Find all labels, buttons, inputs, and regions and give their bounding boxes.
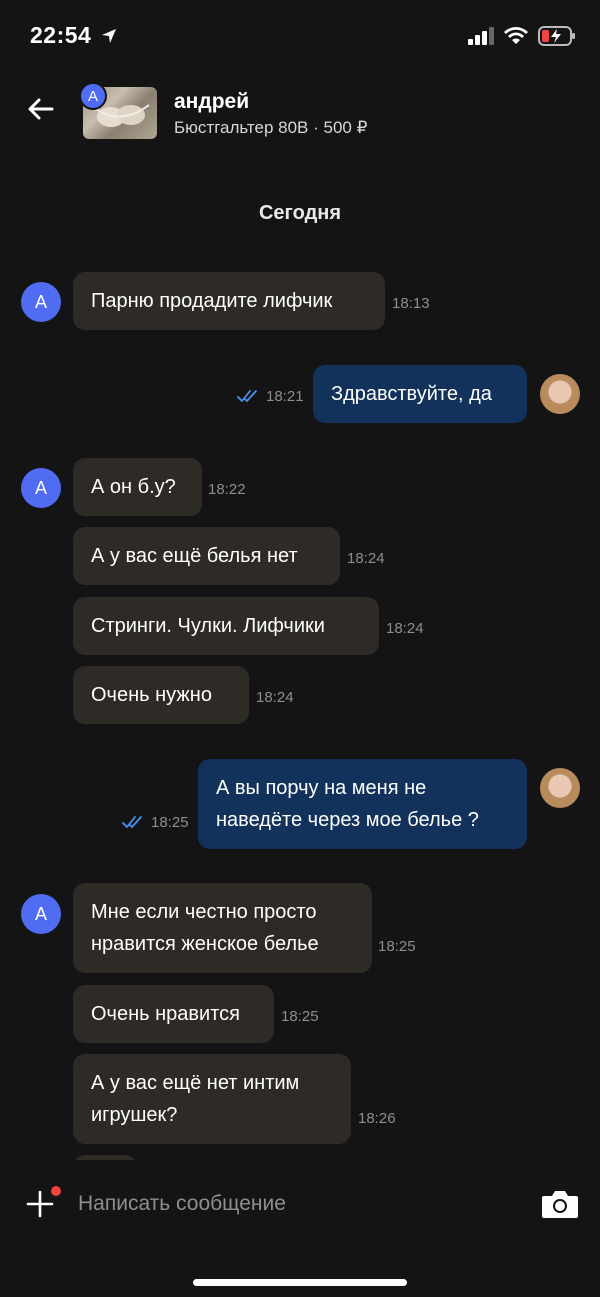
notification-dot: [51, 1186, 61, 1196]
home-indicator: [193, 1279, 407, 1286]
message-bubble-incoming[interactable]: Мне если честно просто нравится женское …: [73, 883, 372, 973]
message-time: 18:24: [386, 620, 424, 637]
message-time: 18:25: [151, 814, 189, 831]
contact-name[interactable]: андрей: [174, 90, 249, 114]
message-time: 18:24: [256, 689, 294, 706]
message-text-line: А вы порчу на меня не: [216, 777, 427, 799]
message-bubble-outgoing[interactable]: Здравствуйте, да: [313, 365, 527, 423]
message-text-line: игрушек?: [91, 1104, 178, 1126]
message-bubble-incoming[interactable]: Стринги. Чулки. Лифчики: [73, 597, 379, 655]
signal-icon: [468, 27, 494, 45]
message-text-line: наведёте через мое белье ?: [216, 809, 479, 831]
sender-avatar: А: [21, 468, 61, 508]
seller-avatar: А: [79, 82, 107, 110]
message-bubble-outgoing[interactable]: А вы порчу на меня не наведёте через мое…: [198, 759, 527, 849]
my-avatar: [540, 768, 580, 808]
battery-icon: [538, 26, 575, 46]
message-composer: [0, 1160, 600, 1297]
plus-icon[interactable]: [26, 1190, 54, 1218]
message-time: 18:25: [378, 938, 416, 955]
message-time: 18:22: [208, 481, 246, 498]
status-icons: [468, 24, 576, 48]
message-bubble-incoming[interactable]: А у вас ещё белья нет: [73, 527, 340, 585]
my-avatar: [540, 374, 580, 414]
message-text: А у вас ещё белья нет: [91, 545, 298, 567]
sender-avatar: А: [21, 282, 61, 322]
message-text: Очень нравится: [91, 1003, 240, 1025]
message-bubble-incoming[interactable]: Парню продадите лифчик: [73, 272, 385, 330]
double-check-icon: [122, 816, 142, 828]
message-bubble-incoming[interactable]: А он б.у?: [73, 458, 202, 516]
message-time: 18:26: [358, 1110, 396, 1127]
wifi-icon: [504, 27, 528, 44]
double-check-icon: [237, 390, 257, 402]
message-time: 18:25: [281, 1008, 319, 1025]
message-text: Стринги. Чулки. Лифчики: [91, 615, 325, 637]
message-text: Парню продадите лифчик: [91, 290, 333, 312]
message-bubble-incoming[interactable]: А у вас ещё нет интим игрушек?: [73, 1054, 351, 1144]
arrow-left-icon[interactable]: [24, 92, 58, 126]
message-time: 18:13: [392, 295, 430, 312]
sender-avatar: А: [21, 894, 61, 934]
listing-subtitle[interactable]: Бюстгальтер 80В · 500 ₽: [174, 118, 367, 138]
location-arrow-icon: [102, 29, 117, 43]
message-bubble-incoming[interactable]: Очень нужно: [73, 666, 249, 724]
message-text: А он б.у?: [91, 476, 176, 498]
message-text-line: Мне если честно просто: [91, 901, 317, 923]
message-text-line: нравится женское белье: [91, 933, 319, 955]
day-separator: Сегодня: [258, 202, 342, 224]
message-input[interactable]: Написать сообщение: [78, 1192, 286, 1216]
camera-icon[interactable]: [541, 1189, 579, 1219]
message-text-line: А у вас ещё нет интим: [91, 1072, 300, 1094]
message-time: 18:21: [266, 388, 304, 405]
message-text: Здравствуйте, да: [331, 383, 492, 405]
message-bubble-incoming[interactable]: Очень нравится: [73, 985, 274, 1043]
message-time: 18:24: [347, 550, 385, 567]
status-time: 22:54: [30, 22, 117, 49]
message-text: Очень нужно: [91, 684, 212, 706]
